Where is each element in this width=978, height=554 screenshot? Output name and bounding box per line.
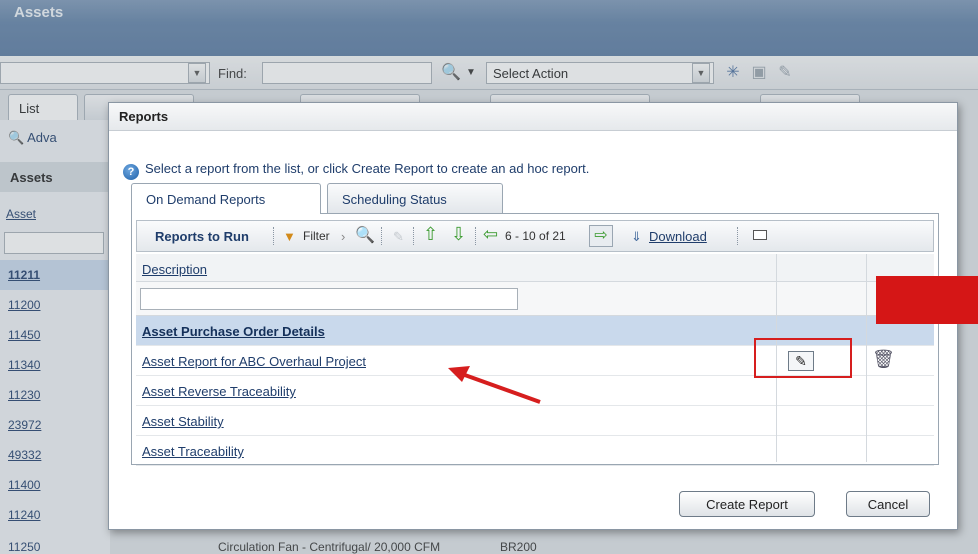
reports-dialog: Reports ? Select a report from the list, … (108, 102, 958, 530)
edit-disabled-icon: ✎ (393, 229, 404, 244)
tab-scheduling-status[interactable]: Scheduling Status (327, 183, 503, 213)
separator (475, 227, 476, 245)
description-filter-input[interactable] (140, 288, 518, 310)
move-down-icon[interactable]: ⇩ (451, 224, 466, 245)
tab-on-demand-reports[interactable]: On Demand Reports (131, 183, 321, 214)
column-divider (866, 254, 867, 462)
filter-icon[interactable]: ▼ (283, 229, 296, 244)
previous-page-icon[interactable]: ⇦ (483, 224, 498, 245)
redaction-block (876, 276, 978, 324)
grid-toolbar: Reports to Run ▼ Filter › 🔍 ✎ ⇧ ⇩ ⇦ 6 - … (136, 220, 934, 252)
report-name[interactable]: Asset Report for ABC Overhaul Project (142, 354, 366, 369)
trash-icon[interactable]: 🗑 (872, 349, 895, 373)
description-column-header[interactable]: Description (142, 262, 207, 277)
dialog-title: Reports (109, 103, 957, 131)
filter-label[interactable]: Filter (303, 229, 330, 243)
arrow-annotation (448, 366, 541, 404)
separator (413, 227, 414, 245)
separator (381, 227, 382, 245)
table-row[interactable]: Asset Stability (136, 406, 934, 436)
dialog-hint-text: Select a report from the list, or click … (145, 161, 590, 176)
report-name[interactable]: Asset Stability (142, 414, 224, 429)
separator (273, 227, 274, 245)
next-page-icon[interactable]: ⇨ (589, 225, 613, 247)
download-link[interactable]: Download (649, 229, 707, 244)
tab-scheduling-label: Scheduling Status (342, 192, 447, 207)
cancel-button[interactable]: Cancel (846, 491, 930, 517)
pagination-text: 6 - 10 of 21 (505, 229, 566, 243)
highlight-box (754, 338, 852, 378)
tab-on-demand-label: On Demand Reports (146, 192, 266, 207)
help-icon[interactable]: ? (123, 164, 139, 180)
dialog-hint: ? Select a report from the list, or click… (123, 161, 589, 180)
separator (737, 227, 738, 245)
collapse-icon[interactable] (753, 230, 767, 240)
report-name[interactable]: Asset Purchase Order Details (142, 324, 325, 339)
filter-row (136, 282, 934, 316)
arrow-line (461, 372, 541, 404)
dialog-title-text: Reports (119, 109, 169, 124)
report-name[interactable]: Asset Traceability (142, 444, 244, 459)
search-icon[interactable]: 🔍 (355, 225, 375, 245)
download-icon[interactable]: ⇓ (631, 229, 642, 245)
table-header: Description (136, 254, 934, 282)
grid-title: Reports to Run (155, 229, 249, 244)
create-report-button[interactable]: Create Report (679, 491, 815, 517)
table-row[interactable]: Asset Traceability (136, 436, 934, 466)
move-up-icon[interactable]: ⇧ (423, 224, 438, 245)
app-window: Assets ▼ Find: 🔍 ▼ Select Action ▼ ✳ ▣ ✎… (0, 0, 978, 554)
chevron-right-icon[interactable]: › (341, 229, 345, 244)
report-name[interactable]: Asset Reverse Traceability (142, 384, 296, 399)
